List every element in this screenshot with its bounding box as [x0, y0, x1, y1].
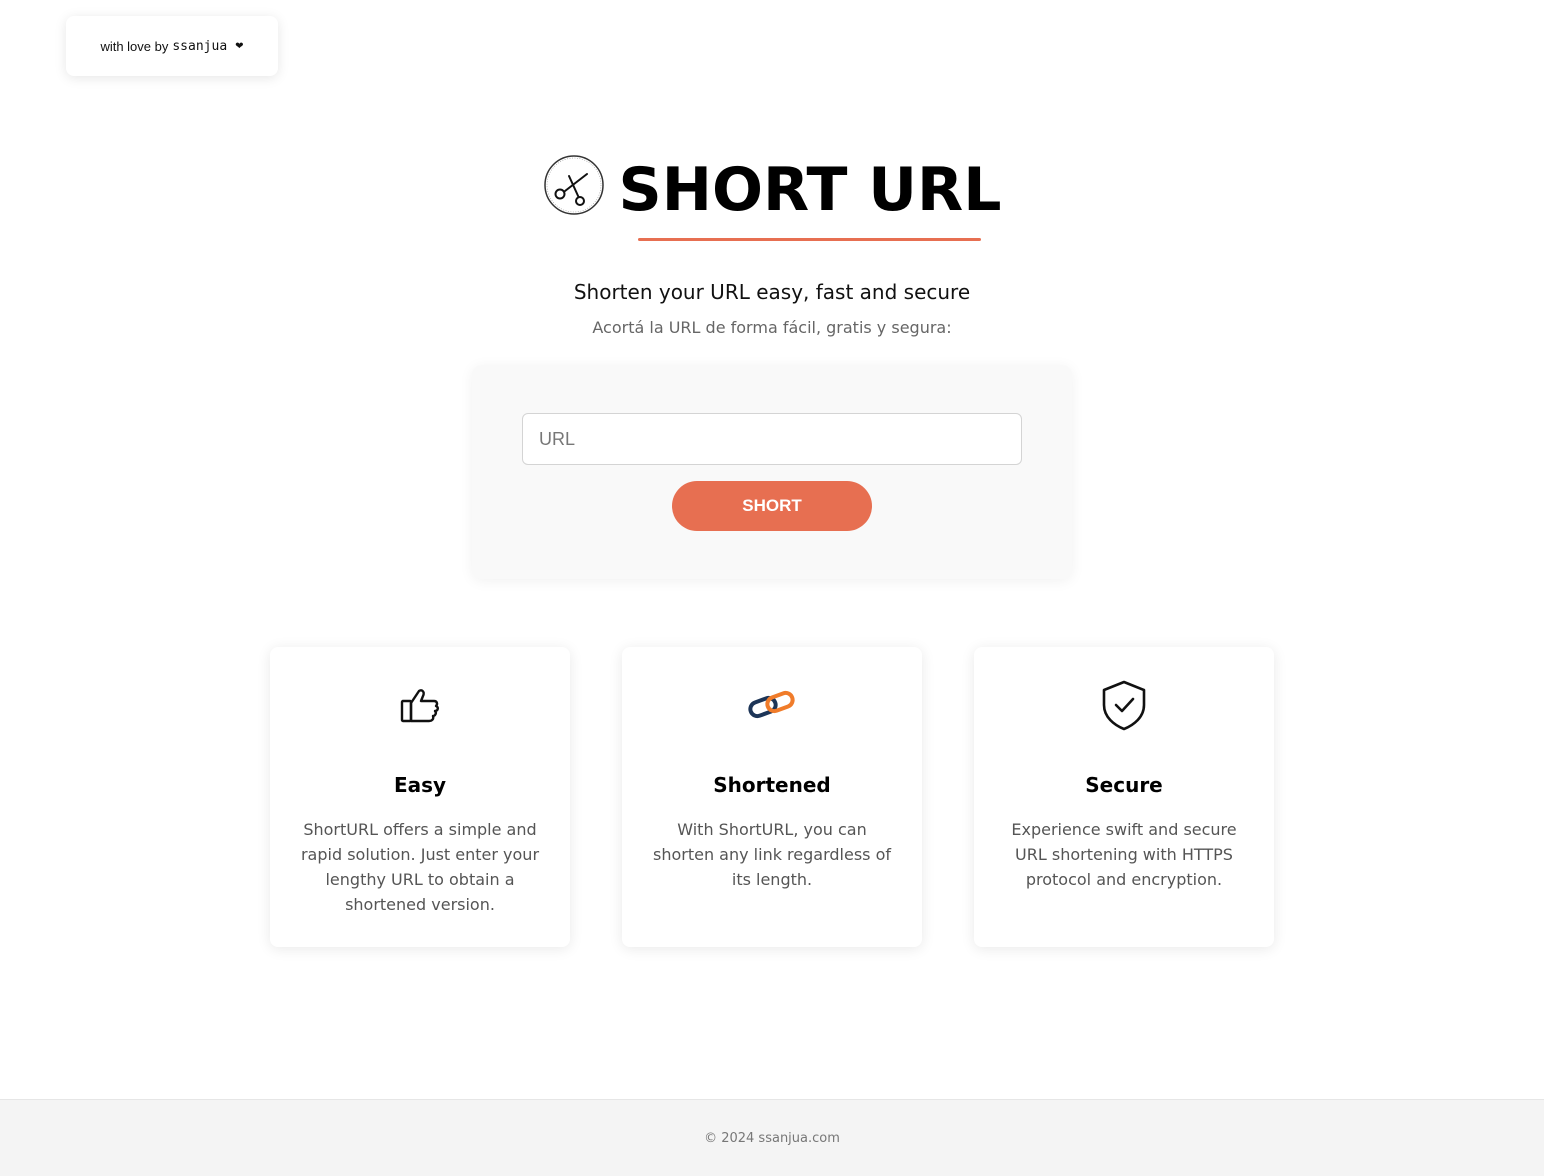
thumbs-up-icon — [400, 689, 439, 723]
title-underline — [638, 238, 982, 241]
short-button[interactable]: SHORT — [672, 481, 872, 531]
heart-icon: ❤ — [235, 40, 244, 52]
subtitle: Shorten your URL easy, fast and secure — [573, 280, 971, 304]
feature-card-shortened: Shortened With ShortURL, you can shorten… — [622, 647, 922, 947]
scissors-logo-icon — [543, 155, 604, 215]
feature-title: Easy — [393, 773, 447, 797]
feature-title: Secure — [1085, 773, 1163, 797]
feature-text: Experience swift and secure URL shorteni… — [1011, 820, 1237, 889]
feature-title: Shortened — [713, 773, 831, 797]
page: with love by ssanjua ❤ SHORT URL Shorten… — [0, 0, 1544, 1176]
footer: © 2024 ssanjua.com — [0, 1099, 1544, 1176]
shorten-form: SHORT — [472, 365, 1072, 579]
page-title: SHORT URL — [618, 155, 1002, 225]
feature-text: ShortURL offers a simple and rapid solut… — [300, 820, 540, 914]
url-input[interactable] — [522, 413, 1022, 465]
feature-card-secure: Secure Experience swift and secure URL s… — [974, 647, 1274, 947]
credit-prefix: with love by — [100, 38, 169, 54]
credit-badge[interactable]: with love by ssanjua ❤ — [66, 16, 278, 76]
shield-check-icon — [1102, 680, 1146, 731]
footer-copyright: © 2024 ssanjua.com — [704, 1130, 840, 1146]
credit-author: ssanjua — [172, 38, 228, 54]
hero: SHORT URL — [0, 150, 1544, 241]
chain-link-icon — [748, 690, 795, 719]
subtitle-spanish: Acortá la URL de forma fácil, gratis y s… — [592, 318, 952, 337]
feature-text: With ShortURL, you can shorten any link … — [652, 820, 892, 889]
feature-card-easy: Easy ShortURL offers a simple and rapid … — [270, 647, 570, 947]
